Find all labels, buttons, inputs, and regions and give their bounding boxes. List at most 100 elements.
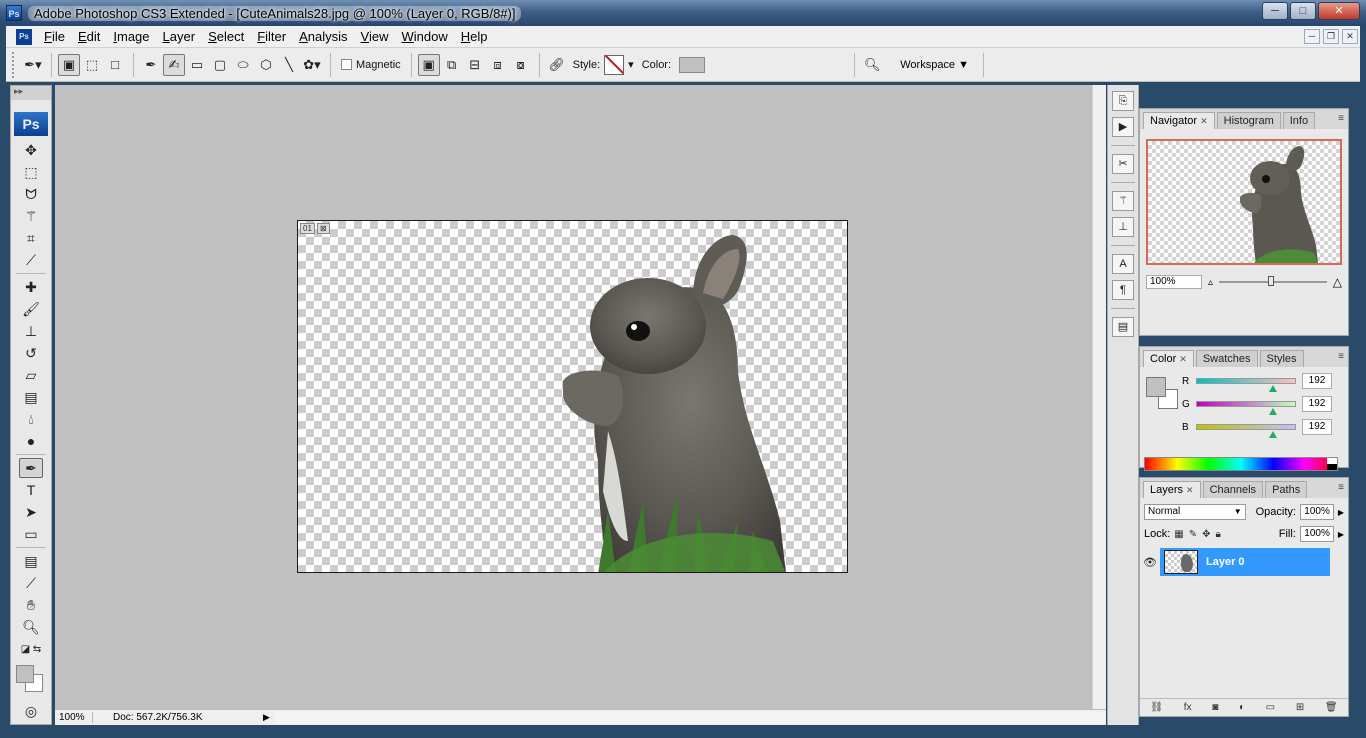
green-value-field[interactable]: 192 <box>1302 396 1332 412</box>
subtract-shape-icon[interactable]: ⊟ <box>464 54 486 76</box>
menu-help[interactable]: Help <box>455 29 495 44</box>
navigator-zoom-slider[interactable] <box>1219 276 1327 286</box>
green-slider[interactable] <box>1196 401 1296 415</box>
magnetic-checkbox[interactable] <box>341 59 352 70</box>
zoom-level[interactable]: 100% <box>55 712 93 723</box>
paragraph-panel-icon[interactable]: ¶ <box>1112 280 1134 300</box>
zoom-out-icon[interactable]: ▵ <box>1208 277 1213 288</box>
menu-window[interactable]: Window <box>395 29 454 44</box>
eyedropper-icon[interactable]: ⟋ <box>19 573 43 593</box>
layers-scrollbar[interactable] <box>1336 546 1346 696</box>
type-icon[interactable]: T <box>19 480 43 500</box>
trash-icon[interactable]: 🗑︎ <box>1325 702 1338 713</box>
close-icon[interactable]: ✕ <box>1186 485 1194 495</box>
options-bar-grip[interactable] <box>12 51 16 78</box>
opacity-arrow-icon[interactable]: ▶ <box>1338 508 1344 517</box>
navigator-zoom-field[interactable]: 100% <box>1146 275 1202 289</box>
menu-view[interactable]: View <box>355 29 396 44</box>
fill-pixels-mode-icon[interactable]: □ <box>104 54 126 76</box>
pen-tool-icon[interactable]: ✒ <box>140 54 162 76</box>
lasso-icon[interactable]: ᗢ <box>19 184 43 204</box>
fill-field[interactable]: 100% <box>1299 526 1334 542</box>
quick-mask-icon[interactable]: ◎ <box>19 701 43 721</box>
custom-shape-icon[interactable]: ✿▾ <box>301 54 323 76</box>
foreground-color-swatch[interactable] <box>16 665 34 683</box>
lock-all-icon[interactable]: 🔒︎ <box>1216 529 1221 540</box>
hand-icon[interactable]: ✋︎ <box>19 595 43 615</box>
line-icon[interactable]: ╲ <box>278 54 300 76</box>
marquee-icon[interactable]: ⬚ <box>19 162 43 182</box>
blur-icon[interactable]: 💧︎ <box>19 409 43 429</box>
zoom-icon[interactable]: 🔍︎ <box>19 617 43 637</box>
rectangle-shape-icon[interactable]: ▭ <box>186 54 208 76</box>
paths-mode-icon[interactable]: ⬚ <box>81 54 103 76</box>
brushes-panel-icon[interactable]: ⚚ <box>1112 191 1134 211</box>
blue-slider-handle[interactable] <box>1269 431 1277 438</box>
add-to-shape-icon[interactable]: ⧉ <box>441 54 463 76</box>
blue-slider[interactable] <box>1196 424 1296 438</box>
red-slider-handle[interactable] <box>1269 385 1277 392</box>
photoshop-logo[interactable]: Ps <box>14 112 48 136</box>
adjustment-icon[interactable]: ◐ <box>1239 702 1245 713</box>
notes-icon[interactable]: ▤ <box>19 551 43 571</box>
layer-row-body[interactable]: Layer 0 <box>1160 548 1330 576</box>
panel-menu-icon[interactable]: ≡ <box>1338 113 1344 124</box>
workspace-menu[interactable]: Workspace ▼ <box>892 59 977 71</box>
character-panel-icon[interactable]: A <box>1112 254 1134 274</box>
shape-icon[interactable]: ▭ <box>19 524 43 544</box>
tab-info[interactable]: Info <box>1282 112 1316 129</box>
tab-navigator[interactable]: Navigator ✕ <box>1143 112 1215 129</box>
color-spectrum-bar[interactable] <box>1144 457 1338 471</box>
close-button[interactable]: ✕ <box>1318 2 1360 20</box>
tool-preset-picker-icon[interactable]: ✒▾ <box>22 54 44 76</box>
tool-presets-icon[interactable]: ✂ <box>1112 154 1134 174</box>
green-slider-handle[interactable] <box>1269 408 1277 415</box>
exclude-shape-icon[interactable]: ⧇ <box>510 54 532 76</box>
document-canvas[interactable]: 01 ⊠ <box>297 220 848 573</box>
menu-layer[interactable]: Layer <box>157 29 203 44</box>
style-dropdown-icon[interactable]: ▾ <box>628 58 634 71</box>
lock-image-icon[interactable]: ✎ <box>1189 529 1197 540</box>
lock-transparency-icon[interactable]: ▦ <box>1174 529 1183 540</box>
fill-arrow-icon[interactable]: ▶ <box>1338 530 1344 539</box>
menu-filter[interactable]: Filter <box>251 29 293 44</box>
tab-swatches[interactable]: Swatches <box>1195 350 1258 367</box>
menu-analysis[interactable]: Analysis <box>293 29 354 44</box>
lock-position-icon[interactable]: ✥ <box>1202 529 1210 540</box>
tab-styles[interactable]: Styles <box>1259 350 1304 367</box>
zoom-in-icon[interactable]: △ <box>1333 275 1342 289</box>
shape-color-swatch[interactable] <box>679 56 706 73</box>
doc-restore-button[interactable]: ❐ <box>1323 29 1339 44</box>
history-brush-icon[interactable]: ↺ <box>19 343 43 363</box>
ellipse-icon[interactable]: ⬭ <box>232 54 254 76</box>
doc-minimize-button[interactable]: ─ <box>1304 29 1320 44</box>
blend-mode-select[interactable]: Normal <box>1144 504 1246 520</box>
red-value-field[interactable]: 192 <box>1302 373 1332 389</box>
crop-icon[interactable]: ⌗ <box>19 228 43 248</box>
tab-channels[interactable]: Channels <box>1202 481 1264 498</box>
link-style-icon[interactable]: 🔗︎ <box>546 54 568 76</box>
actions-panel-icon[interactable]: ▶ <box>1112 117 1134 137</box>
tools-panel-header[interactable]: ▸▸ <box>11 86 51 100</box>
style-picker[interactable] <box>604 54 625 75</box>
clone-stamp-icon[interactable]: ⊥ <box>19 321 43 341</box>
tab-layers[interactable]: Layers ✕ <box>1143 481 1201 498</box>
close-icon[interactable]: ✕ <box>1200 116 1208 126</box>
menu-edit[interactable]: Edit <box>72 29 107 44</box>
close-icon[interactable]: ✕ <box>1179 354 1187 364</box>
intersect-shape-icon[interactable]: ⧈ <box>487 54 509 76</box>
magic-wand-icon[interactable]: ⚚ <box>19 206 43 226</box>
move-icon[interactable]: ✥ <box>19 140 43 160</box>
visibility-eye-icon[interactable]: 👁︎ <box>1140 556 1160 569</box>
maximize-button[interactable]: □ <box>1290 2 1316 20</box>
slice-icon[interactable]: ⟋ <box>19 250 43 270</box>
layer-comps-icon[interactable]: ▤ <box>1112 317 1134 337</box>
doc-close-button[interactable]: ✕ <box>1342 29 1358 44</box>
brush-icon[interactable]: 🖌︎ <box>19 299 43 319</box>
tab-histogram[interactable]: Histogram <box>1216 112 1281 129</box>
horizontal-scrollbar[interactable] <box>275 711 1106 724</box>
foreground-color-swatch[interactable] <box>1146 377 1166 397</box>
healing-brush-icon[interactable]: ✚ <box>19 277 43 297</box>
gradient-icon[interactable]: ▤ <box>19 387 43 407</box>
mask-icon[interactable]: ◙ <box>1212 702 1218 713</box>
